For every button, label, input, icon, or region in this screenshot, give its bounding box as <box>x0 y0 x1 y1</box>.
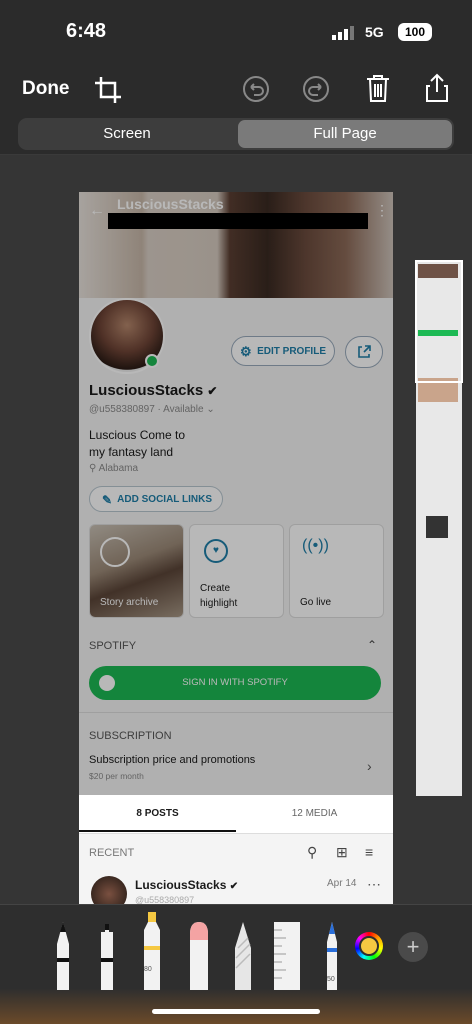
recent-label: RECENT <box>89 847 135 859</box>
go-live-card[interactable]: ((•)) Go live <box>289 524 384 618</box>
status-time: 6:48 <box>66 20 107 42</box>
subscription-row-title[interactable]: Subscription price and promotions <box>89 754 255 766</box>
location-pin-icon: ⚲ <box>89 463 97 474</box>
full-page-preview[interactable]: ← LusciousStacks ⋮ ⚙ EDIT PROFILE Luscio… <box>79 192 393 904</box>
status-bar: 6:48 5G 100 <box>0 0 472 60</box>
thumb-qr <box>426 516 448 538</box>
done-button[interactable]: Done <box>22 78 70 100</box>
chevron-up-icon[interactable]: ⌃ <box>367 638 377 652</box>
create-highlight-card[interactable]: ♥ Create highlight <box>189 524 284 618</box>
handle-line: @u558380897 · Available ⌄ <box>89 404 215 415</box>
broadcast-icon: ((•)) <box>302 537 329 554</box>
post-author-name: LusciousStacks <box>135 878 227 892</box>
redo-icon[interactable] <box>300 73 332 105</box>
avatar <box>91 876 127 904</box>
edit-profile-button[interactable]: ⚙ EDIT PROFILE <box>231 336 335 366</box>
spotify-button-label: SIGN IN WITH SPOTIFY <box>182 677 288 688</box>
display-name: LusciousStacks ✔ <box>89 382 217 399</box>
highlighter-icon[interactable] <box>138 908 166 990</box>
edit-profile-label: EDIT PROFILE <box>257 346 326 357</box>
home-indicator[interactable] <box>152 1009 320 1014</box>
pen-icon[interactable] <box>50 918 76 990</box>
share-icon <box>358 345 371 358</box>
settings-icon: ⚙ <box>240 344 252 359</box>
location-text: Alabama <box>98 463 139 474</box>
monoline-icon[interactable] <box>94 918 120 990</box>
card-label: Create highlight <box>200 583 238 609</box>
subscription-section-header: SUBSCRIPTION <box>89 730 172 742</box>
add-social-label: ADD SOCIAL LINKS <box>117 494 212 505</box>
spotify-icon <box>99 675 115 691</box>
content-tabs: 8 POSTS 12 MEDIA <box>79 795 393 834</box>
card-label: Go live <box>300 597 332 608</box>
availability-status[interactable]: Available <box>163 404 203 415</box>
verified-icon: ✔ <box>207 384 218 398</box>
more-vertical-icon[interactable]: ⋮ <box>375 202 389 219</box>
handle: @u558380897 <box>89 404 155 415</box>
location: ⚲ Alabama <box>89 463 138 474</box>
bio-line: Luscious Come to <box>89 428 186 442</box>
divider <box>79 712 393 713</box>
chevron-right-icon[interactable]: › <box>367 758 372 774</box>
clock-icon <box>100 537 130 567</box>
color-picker-icon[interactable] <box>355 932 383 960</box>
tab-media[interactable]: 12 MEDIA <box>236 795 393 832</box>
display-name-text: LusciousStacks <box>89 382 204 399</box>
add-icon[interactable]: + <box>398 932 428 962</box>
card-label: Story archive <box>100 597 159 608</box>
post-handle: @u558380897 <box>135 895 195 904</box>
search-icon[interactable]: ⚲ <box>307 844 317 861</box>
more-horizontal-icon[interactable]: ⋯ <box>367 876 381 893</box>
subscription-price: $20 per month <box>89 771 144 781</box>
post-author: LusciousStacks ✔ <box>135 878 238 892</box>
segment-screen[interactable]: Screen <box>18 118 236 150</box>
share-icon[interactable] <box>421 72 453 104</box>
highlighter-level: 80 <box>144 966 152 973</box>
heart-icon: ♥ <box>204 539 228 563</box>
bio-line: my fantasy land <box>89 445 174 459</box>
story-archive-card[interactable]: Story archive <box>89 524 184 618</box>
crop-icon[interactable] <box>92 74 124 106</box>
ruler-icon[interactable] <box>272 918 302 990</box>
network-label: 5G <box>365 24 384 40</box>
online-status-dot <box>145 354 159 368</box>
trash-icon[interactable] <box>362 72 394 104</box>
tab-posts[interactable]: 8 POSTS <box>79 795 236 832</box>
signal-icon <box>332 26 354 40</box>
grid-icon[interactable]: ⊞ <box>336 844 348 861</box>
spotify-signin-button[interactable]: SIGN IN WITH SPOTIFY <box>89 666 381 700</box>
chevron-down-icon: ⌄ <box>206 404 215 415</box>
sort-icon[interactable]: ≡ <box>365 844 373 860</box>
lasso-icon[interactable] <box>230 918 256 990</box>
add-social-links-button[interactable]: ✎ ADD SOCIAL LINKS <box>89 486 223 512</box>
pen-level: 50 <box>327 976 335 983</box>
segment-full-page[interactable]: Full Page <box>238 120 452 148</box>
battery-icon: 100 <box>398 23 432 41</box>
eraser-icon[interactable] <box>185 918 213 990</box>
screenshot-mode-segment: Screen Full Page <box>18 118 454 150</box>
back-arrow-icon[interactable]: ← <box>89 202 105 220</box>
undo-icon[interactable] <box>240 73 272 105</box>
post-date: Apr 14 <box>327 878 357 889</box>
thumbnail-viewport-frame[interactable] <box>415 260 463 383</box>
header-profile-name: LusciousStacks <box>117 196 224 212</box>
verified-icon: ✔ <box>229 881 239 892</box>
spotify-section-header: SPOTIFY <box>89 640 137 652</box>
share-profile-button[interactable] <box>345 336 383 368</box>
redaction-bar <box>108 213 368 229</box>
pencil-icon: ✎ <box>102 493 113 507</box>
